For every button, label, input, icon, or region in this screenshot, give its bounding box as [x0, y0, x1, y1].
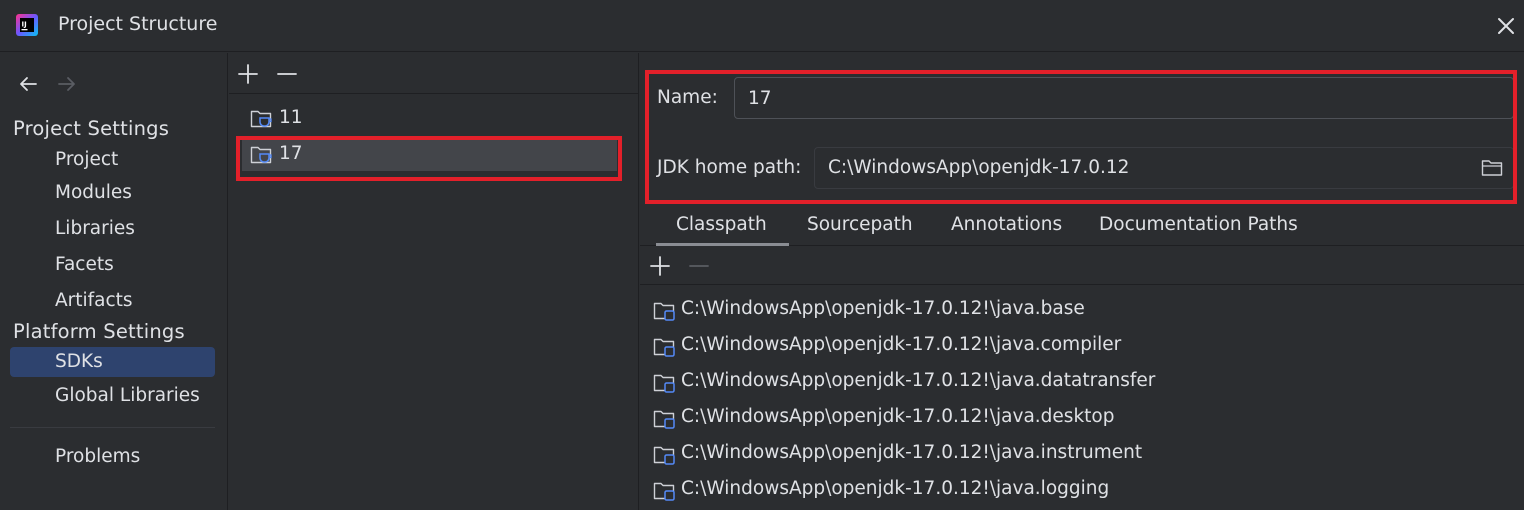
sdk-list-panel: 11 17: [229, 53, 639, 510]
sidebar-item-sdks[interactable]: SDKs: [10, 347, 215, 377]
intellij-logo-icon: IJ: [16, 14, 38, 36]
module-folder-icon: [653, 446, 675, 465]
classpath-toolbar: [640, 247, 1524, 285]
window-title: Project Structure: [58, 13, 218, 35]
sidebar-item-facets[interactable]: Facets: [10, 250, 215, 280]
classpath-row[interactable]: C:\WindowsApp\openjdk-17.0.12!\java.desk…: [653, 402, 1513, 434]
sidebar-item-libraries[interactable]: Libraries: [10, 214, 215, 244]
platform-settings-header: Platform Settings: [13, 320, 185, 343]
close-icon[interactable]: [1492, 12, 1520, 40]
classpath-row[interactable]: C:\WindowsApp\openjdk-17.0.12!\java.logg…: [653, 474, 1513, 506]
classpath-entry: C:\WindowsApp\openjdk-17.0.12!\java.logg…: [681, 478, 1110, 499]
module-folder-icon: [653, 482, 675, 501]
sidebar-divider: [10, 427, 215, 428]
classpath-row[interactable]: C:\WindowsApp\openjdk-17.0.12!\java.inst…: [653, 438, 1513, 470]
tab-annotations[interactable]: Annotations: [951, 214, 1062, 235]
module-folder-icon: [653, 302, 675, 321]
sdk-item-label: 11: [279, 107, 303, 128]
add-icon[interactable]: [647, 253, 673, 279]
name-label: Name:: [657, 87, 718, 108]
svg-text:IJ: IJ: [22, 21, 27, 29]
sidebar-item-global-libraries[interactable]: Global Libraries: [10, 381, 215, 411]
classpath-entry: C:\WindowsApp\openjdk-17.0.12!\java.data…: [681, 370, 1156, 391]
classpath-row[interactable]: C:\WindowsApp\openjdk-17.0.12!\java.base: [653, 294, 1513, 326]
module-folder-icon: [653, 374, 675, 393]
title-bar: IJ Project Structure: [0, 0, 1524, 52]
jdk-home-path-field[interactable]: C:\WindowsApp\openjdk-17.0.12: [814, 147, 1514, 189]
jdk-home-path-value: C:\WindowsApp\openjdk-17.0.12: [828, 157, 1130, 178]
remove-icon[interactable]: [686, 253, 712, 279]
sdk-details-panel: Name: JDK home path: C:\WindowsApp\openj…: [640, 53, 1524, 510]
forward-arrow-icon[interactable]: [56, 73, 78, 95]
sdk-item-label: 17: [279, 143, 303, 164]
classpath-entry: C:\WindowsApp\openjdk-17.0.12!\java.base: [681, 298, 1085, 319]
sidebar-item-modules[interactable]: Modules: [10, 178, 215, 208]
sidebar-item-project[interactable]: Project: [10, 145, 215, 175]
classpath-entry: C:\WindowsApp\openjdk-17.0.12!\java.comp…: [681, 334, 1122, 355]
remove-icon[interactable]: [274, 61, 300, 87]
sdk-item-17[interactable]: 17: [242, 140, 617, 171]
sidebar-item-problems[interactable]: Problems: [10, 442, 215, 472]
module-folder-icon: [653, 338, 675, 357]
classpath-row[interactable]: C:\WindowsApp\openjdk-17.0.12!\java.comp…: [653, 330, 1513, 362]
name-input[interactable]: [734, 77, 1514, 119]
browse-folder-icon[interactable]: [1481, 158, 1503, 178]
add-icon[interactable]: [235, 61, 261, 87]
sidebar-item-artifacts[interactable]: Artifacts: [10, 286, 215, 316]
tab-classpath[interactable]: Classpath: [676, 214, 767, 235]
module-folder-icon: [653, 410, 675, 429]
tab-documentation-paths[interactable]: Documentation Paths: [1099, 214, 1298, 235]
classpath-row[interactable]: C:\WindowsApp\openjdk-17.0.12!\java.data…: [653, 366, 1513, 398]
project-settings-header: Project Settings: [13, 117, 170, 140]
jdk-folder-icon: [250, 110, 272, 128]
classpath-entry: C:\WindowsApp\openjdk-17.0.12!\java.desk…: [681, 406, 1115, 427]
back-arrow-icon[interactable]: [17, 73, 39, 95]
sdk-list-toolbar: [229, 53, 639, 94]
classpath-entry: C:\WindowsApp\openjdk-17.0.12!\java.inst…: [681, 442, 1143, 463]
tab-sourcepath[interactable]: Sourcepath: [807, 214, 913, 235]
sdk-item-11[interactable]: 11: [242, 104, 617, 135]
sidebar: Project Settings Project Modules Librari…: [0, 53, 228, 510]
jdk-folder-icon: [250, 146, 272, 164]
sdk-tabs: Classpath Sourcepath Annotations Documen…: [640, 208, 1524, 246]
active-tab-indicator: [656, 243, 789, 246]
jdk-home-path-label: JDK home path:: [657, 157, 802, 178]
